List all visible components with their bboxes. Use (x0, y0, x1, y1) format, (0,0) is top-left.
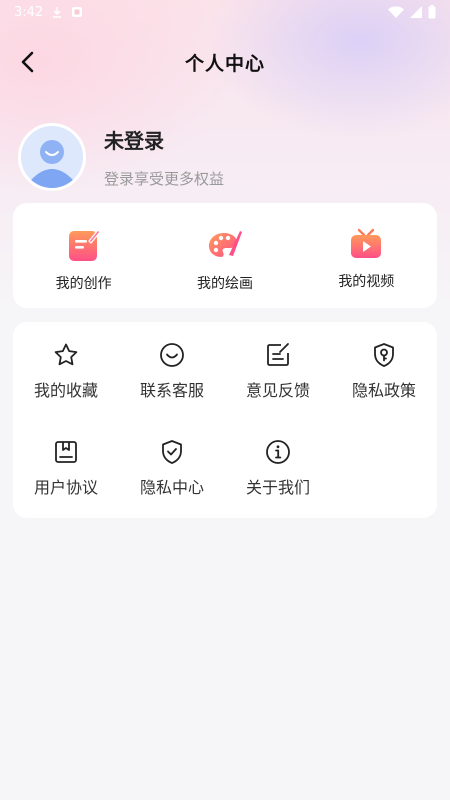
wifi-icon (388, 6, 404, 18)
my-creation-button[interactable]: 我的创作 (13, 203, 154, 308)
signal-icon (410, 6, 422, 18)
edit-note-icon (267, 343, 289, 366)
shield-key-icon (374, 343, 394, 367)
privacy-policy-label: 隐私政策 (351, 381, 416, 400)
about-us-button[interactable]: 关于我们 (225, 439, 331, 536)
feedback-button[interactable]: 意见反馈 (225, 342, 331, 439)
profile-section: 未登录 登录享受更多权益 (18, 122, 438, 192)
status-time: 3:42 (14, 4, 44, 20)
download-icon (53, 7, 62, 18)
star-icon (54, 343, 78, 366)
profile-name[interactable]: 未登录 (104, 125, 224, 154)
contact-support-label: 联系客服 (139, 381, 204, 400)
user-agreement-label: 用户协议 (33, 478, 98, 497)
privacy-center-label: 隐私中心 (139, 478, 204, 497)
smile-icon (160, 343, 184, 367)
feedback-label: 意见反馈 (245, 381, 310, 400)
creation-icon (68, 229, 101, 261)
privacy-center-button[interactable]: 隐私中心 (119, 439, 225, 536)
my-favorites-label: 我的收藏 (33, 381, 98, 400)
my-video-label: 我的视频 (338, 274, 395, 290)
back-arrow-icon (21, 51, 34, 73)
about-us-label: 关于我们 (245, 478, 310, 497)
my-video-button[interactable]: 我的视频 (296, 203, 437, 308)
profile-subtitle: 登录享受更多权益 (104, 170, 225, 188)
battery-icon (428, 5, 436, 19)
page-title: 个人中心 (184, 52, 265, 75)
user-avatar-icon (21, 126, 83, 188)
info-icon (266, 440, 290, 464)
my-creation-label: 我的创作 (55, 276, 112, 292)
privacy-policy-button[interactable]: 隐私政策 (331, 342, 437, 439)
notification-icon (72, 7, 83, 17)
my-favorites-button[interactable]: 我的收藏 (13, 342, 119, 439)
my-painting-label: 我的绘画 (196, 276, 253, 292)
nav-bar: 个人中心 (0, 40, 450, 84)
status-bar: 3:42 (0, 0, 450, 24)
shield-check-icon (162, 440, 182, 464)
avatar[interactable] (18, 123, 86, 191)
my-painting-button[interactable]: 我的绘画 (154, 203, 295, 308)
palette-icon (208, 231, 242, 257)
tv-play-icon (351, 228, 382, 258)
contact-support-button[interactable]: 联系客服 (119, 342, 225, 439)
back-button[interactable] (14, 48, 42, 76)
services-card: 我的收藏 联系客服 意见反馈 隐私政策 用户协议 隐私中心 关于我们 (13, 322, 437, 518)
works-card: 我的创作 我的绘画 我的视频 (13, 203, 437, 308)
user-agreement-button[interactable]: 用户协议 (13, 439, 119, 536)
bookmark-doc-icon (55, 441, 77, 463)
